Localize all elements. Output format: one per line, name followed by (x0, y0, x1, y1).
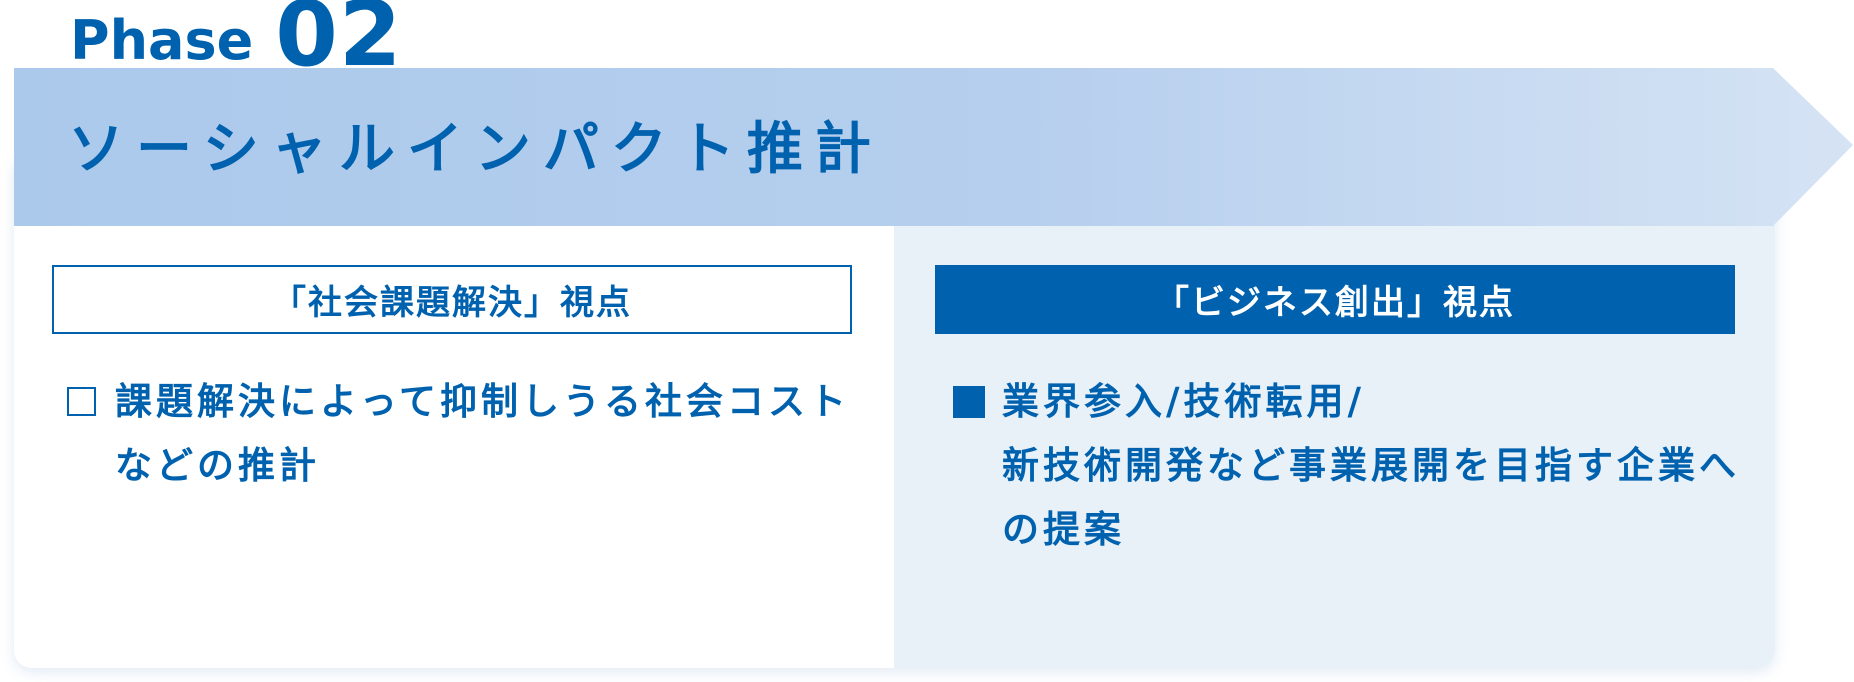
social-issue-header: 「社会課題解決」視点 (52, 265, 852, 334)
phase-title: ソーシャルインパクト推計 (68, 117, 883, 182)
text-line: 新技術開発など事業展開を目指す企業へ (1002, 444, 1740, 487)
phase-label-container: Phase 02 (0, 0, 1854, 68)
phase-label: Phase 02 (70, 0, 402, 68)
business-creation-text: 業界参入/技術転用/ 新技術開発など事業展開を目指す企業へ の提案 (1002, 370, 1753, 562)
outline-square-bullet-icon (67, 387, 96, 416)
text-line: 課題解決によって抑制しうる社会コスト (115, 380, 851, 423)
text-line: の提案 (1002, 508, 1125, 551)
business-creation-header: 「ビジネス創出」視点 (935, 265, 1735, 334)
text-line: 業界参入/技術転用/ (1002, 380, 1366, 423)
text-line: などの推計 (115, 444, 320, 487)
phase-number: 02 (275, 0, 403, 68)
filled-square-bullet-icon (953, 386, 985, 418)
business-creation-bullet: 業界参入/技術転用/ 新技術開発など事業展開を目指す企業へ の提案 (953, 370, 1753, 562)
social-issue-bullet: 課題解決によって抑制しうる社会コスト などの推計 (67, 370, 857, 498)
phase-word: Phase (70, 9, 254, 68)
social-issue-text: 課題解決によって抑制しうる社会コスト などの推計 (115, 370, 855, 498)
